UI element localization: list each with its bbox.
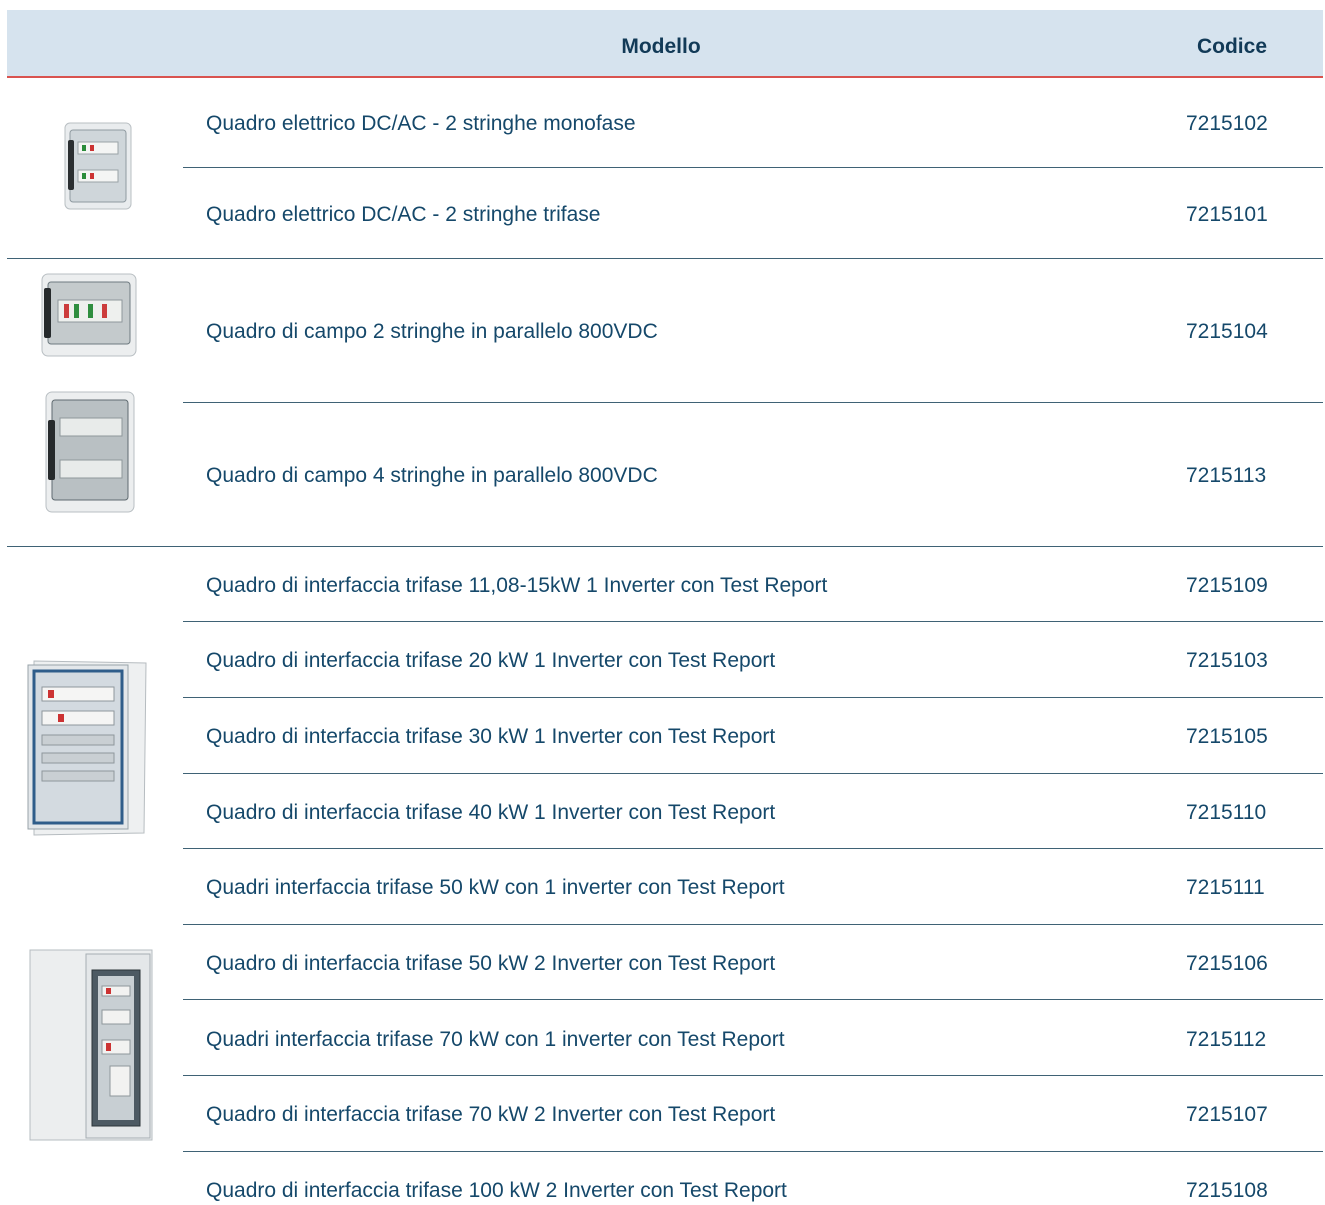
code-cell: 7215109 — [1186, 574, 1268, 597]
model-cell: Quadro di interfaccia trifase 40 kW 1 In… — [206, 801, 776, 824]
model-cell: Quadro di interfaccia trifase 70 kW 2 In… — [206, 1103, 776, 1126]
field-box-image — [41, 273, 137, 357]
model-cell: Quadro di interfaccia trifase 100 kW 2 I… — [206, 1179, 787, 1202]
model-cell: Quadri interfaccia trifase 50 kW con 1 i… — [206, 876, 785, 899]
code-cell: 7215113 — [1186, 464, 1267, 487]
code-cell: 7215111 — [1186, 876, 1265, 899]
row-divider — [183, 402, 1323, 403]
model-cell: Quadro elettrico DC/AC - 2 stringhe mono… — [206, 112, 636, 135]
code-cell: 7215107 — [1186, 1103, 1268, 1126]
model-cell: Quadro elettrico DC/AC - 2 stringhe trif… — [206, 203, 601, 226]
row-divider — [183, 1075, 1323, 1076]
row-divider — [183, 848, 1323, 849]
row-divider — [183, 924, 1323, 925]
code-cell: 7215104 — [1186, 320, 1268, 343]
group-divider — [7, 546, 1323, 547]
column-header-code: Codice — [1196, 35, 1267, 58]
column-header-model: Modello — [621, 35, 701, 58]
row-divider — [183, 773, 1323, 774]
row-divider — [183, 999, 1323, 1000]
code-cell: 7215106 — [1186, 952, 1268, 975]
interface-cabinet-image — [27, 660, 147, 836]
field-box-image — [45, 391, 135, 513]
model-cell: Quadro di campo 2 stringhe in parallelo … — [206, 320, 658, 343]
code-cell: 7215105 — [1186, 725, 1268, 748]
model-cell: Quadro di interfaccia trifase 20 kW 1 In… — [206, 649, 776, 672]
interface-cabinet-image — [29, 949, 153, 1141]
model-cell: Quadro di interfaccia trifase 50 kW 2 In… — [206, 952, 776, 975]
code-cell: 7215108 — [1186, 1179, 1268, 1202]
code-cell: 7215103 — [1186, 649, 1268, 672]
model-cell: Quadro di campo 4 stringhe in parallelo … — [206, 464, 658, 487]
code-cell: 7215112 — [1186, 1028, 1267, 1051]
row-divider — [183, 1151, 1323, 1152]
group-divider — [7, 258, 1323, 259]
model-cell: Quadro di interfaccia trifase 11,08-15kW… — [206, 574, 828, 597]
model-cell: Quadro di interfaccia trifase 30 kW 1 In… — [206, 725, 776, 748]
row-divider — [183, 167, 1323, 168]
table-header: Modello Codice — [7, 10, 1323, 78]
code-cell: 7215101 — [1186, 203, 1268, 226]
code-cell: 7215110 — [1186, 801, 1267, 824]
small-enclosure-image — [64, 122, 132, 210]
model-cell: Quadri interfaccia trifase 70 kW con 1 i… — [206, 1028, 785, 1051]
row-divider — [183, 697, 1323, 698]
row-divider — [183, 621, 1323, 622]
code-cell: 7215102 — [1186, 112, 1268, 135]
